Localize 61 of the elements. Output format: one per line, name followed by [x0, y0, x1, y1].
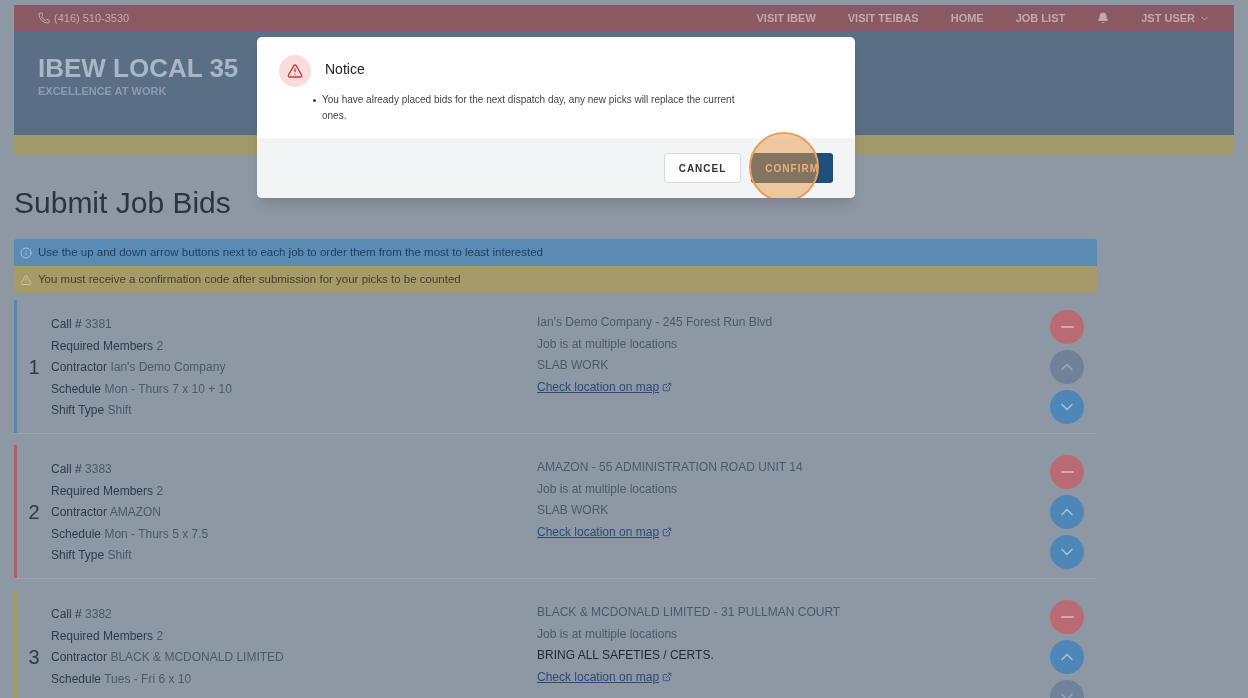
job-detail: Ian's Demo Company - 245 Forest Run Blvd — [537, 314, 773, 331]
phone-icon — [38, 12, 50, 24]
warning-icon — [279, 55, 311, 87]
job-detail: SLAB WORK — [537, 502, 609, 519]
job-detail: Job is at multiple locations — [537, 335, 678, 353]
job-field: Required Members 2 — [51, 480, 537, 502]
move-up-button[interactable] — [1050, 495, 1084, 529]
minus-icon — [1060, 326, 1074, 328]
rank-number: 3 — [28, 644, 40, 670]
nav-link[interactable]: HOME — [950, 9, 984, 27]
job-field: Required Members 2 — [51, 625, 537, 647]
phone-number: (416) 510-3530 — [54, 10, 130, 26]
external-link-icon — [662, 672, 673, 683]
map-link[interactable]: Check location on map — [537, 666, 673, 688]
job-field: Required Members 2 — [51, 335, 537, 357]
remove-button[interactable] — [1050, 455, 1084, 489]
job-field: Contractor BLACK & MCDONALD LIMITED — [51, 647, 537, 669]
rank-number: 2 — [28, 499, 40, 525]
remove-button[interactable] — [1050, 310, 1084, 344]
nav-link[interactable]: VISIT IBEW — [756, 9, 816, 27]
job-field: Call # 3383 — [51, 459, 537, 481]
job-detail: BRING ALL SAFETIES / CERTS. — [537, 647, 714, 664]
dialog-message: You have already placed bids for the next dispatch day, any new picks will replace the current ones. — [322, 93, 736, 123]
site-title: IBEW LOCAL 35 — [38, 53, 239, 83]
job-field: Contractor Ian's Demo Company — [51, 357, 537, 379]
nav-link[interactable]: VISIT TEIBAS — [847, 9, 919, 27]
info-icon — [20, 246, 32, 259]
job-field: Contractor AMAZON — [51, 502, 537, 524]
user-menu[interactable]: JST USER — [1141, 9, 1210, 27]
page-title: Submit Job Bids — [14, 185, 232, 221]
job-field: Schedule Tues - Fri 6 x 10 — [51, 668, 537, 690]
confirm-button[interactable]: CONFIRM — [751, 153, 833, 183]
job-field: Shift Type Shift — [51, 400, 537, 422]
map-link[interactable]: Check location on map — [537, 521, 673, 543]
cancel-button[interactable]: CANCEL — [663, 153, 742, 183]
move-up-button[interactable] — [1050, 640, 1084, 674]
job-detail: Job is at multiple locations — [537, 625, 678, 643]
job-field: Schedule Mon - Thurs 5 x 7.5 — [51, 523, 537, 545]
move-down-button[interactable] — [1050, 535, 1084, 569]
job-field: Call # 3382 — [51, 604, 537, 626]
job-detail: AMAZON - 55 ADMINISTRATION ROAD UNIT 14 — [537, 459, 803, 476]
banner-text: Use the up and down arrow buttons next to each job to order them from the most to least interested — [38, 244, 543, 260]
move-down-button[interactable] — [1050, 390, 1084, 424]
external-link-icon — [662, 527, 673, 538]
job-detail: BLACK & MCDONALD LIMITED - 31 PULLMAN COURT — [537, 604, 841, 621]
warning-icon — [20, 273, 32, 286]
rank-number: 1 — [28, 354, 40, 380]
nav-link[interactable]: JOB LIST — [1015, 9, 1066, 27]
map-link[interactable]: Check location on map — [537, 376, 673, 398]
job-field: Shift Type Shift — [51, 545, 537, 567]
job-field: Schedule Mon - Thurs 7 x 10 + 10 — [51, 378, 537, 400]
notification-bell-icon[interactable] — [1097, 12, 1110, 24]
remove-button[interactable] — [1050, 600, 1084, 634]
banner-text: You must receive a confirmation code after submission for your picks to be counted — [38, 271, 461, 287]
job-detail: Job is at multiple locations — [537, 480, 678, 498]
external-link-icon — [662, 382, 673, 393]
dialog-title: Notice — [325, 60, 366, 79]
job-field: Call # 3381 — [51, 314, 537, 336]
minus-icon — [1060, 471, 1074, 473]
job-detail: SLAB WORK — [537, 357, 609, 374]
minus-icon — [1060, 616, 1074, 618]
